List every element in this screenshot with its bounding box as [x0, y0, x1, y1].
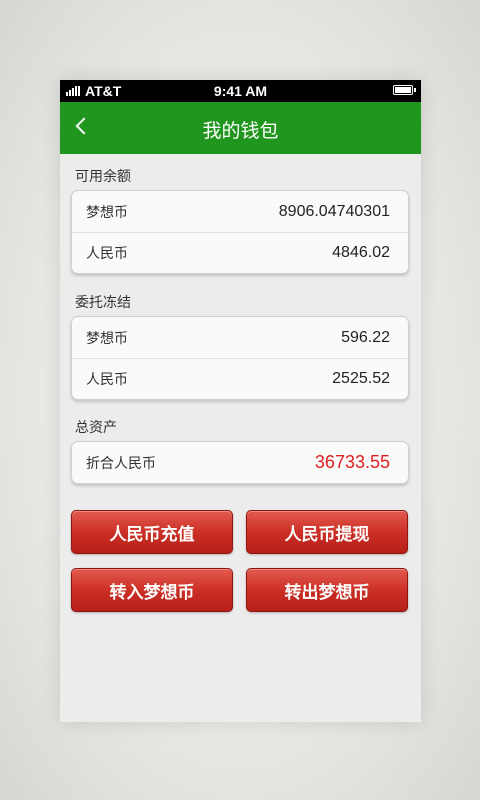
- page-title: 我的钱包: [202, 120, 279, 142]
- frozen-card: 梦想币 596.22 人民币 2525.52: [71, 316, 409, 400]
- status-time: 9:41 AM: [213, 83, 268, 99]
- currency-label: 梦想币: [86, 330, 128, 347]
- battery-icon: [393, 85, 416, 95]
- transfer-out-button[interactable]: 转出梦想币: [246, 568, 408, 612]
- transfer-in-button[interactable]: 转入梦想币: [71, 568, 233, 612]
- total-assets-card: 折合人民币 36733.55: [71, 441, 409, 484]
- available-balance-label: 可用余额: [75, 169, 131, 185]
- available-balance-card: 梦想币 8906.04740301 人民币 4846.02: [71, 190, 409, 274]
- header-bar: 我的钱包: [60, 102, 421, 154]
- total-label: 折合人民币: [86, 455, 156, 472]
- currency-label: 梦想币: [86, 204, 128, 221]
- list-item: 梦想币 596.22: [72, 317, 408, 358]
- list-item: 梦想币 8906.04740301: [72, 191, 408, 232]
- currency-label: 人民币: [86, 246, 128, 262]
- frozen-value: 2525.52: [332, 370, 390, 387]
- balance-value: 8906.04740301: [278, 202, 390, 220]
- balance-value: 4846.02: [332, 244, 390, 261]
- frozen-label: 委托冻结: [75, 295, 131, 311]
- list-item: 折合人民币 36733.55: [72, 442, 408, 483]
- frozen-value: 596.22: [341, 328, 390, 346]
- phone-screen: AT&T 9:41 AM 我的钱包 可用余额 梦想币 8906.04740301…: [60, 80, 421, 722]
- currency-label: 人民币: [86, 372, 128, 388]
- status-bar: AT&T 9:41 AM: [60, 80, 421, 102]
- total-assets-label: 总资产: [75, 420, 117, 436]
- total-value: 36733.55: [314, 452, 390, 472]
- list-item: 人民币 2525.52: [72, 358, 408, 399]
- list-item: 人民币 4846.02: [72, 232, 408, 273]
- deposit-rmb-button[interactable]: 人民币充值: [71, 510, 233, 554]
- withdraw-rmb-button[interactable]: 人民币提现: [246, 510, 408, 554]
